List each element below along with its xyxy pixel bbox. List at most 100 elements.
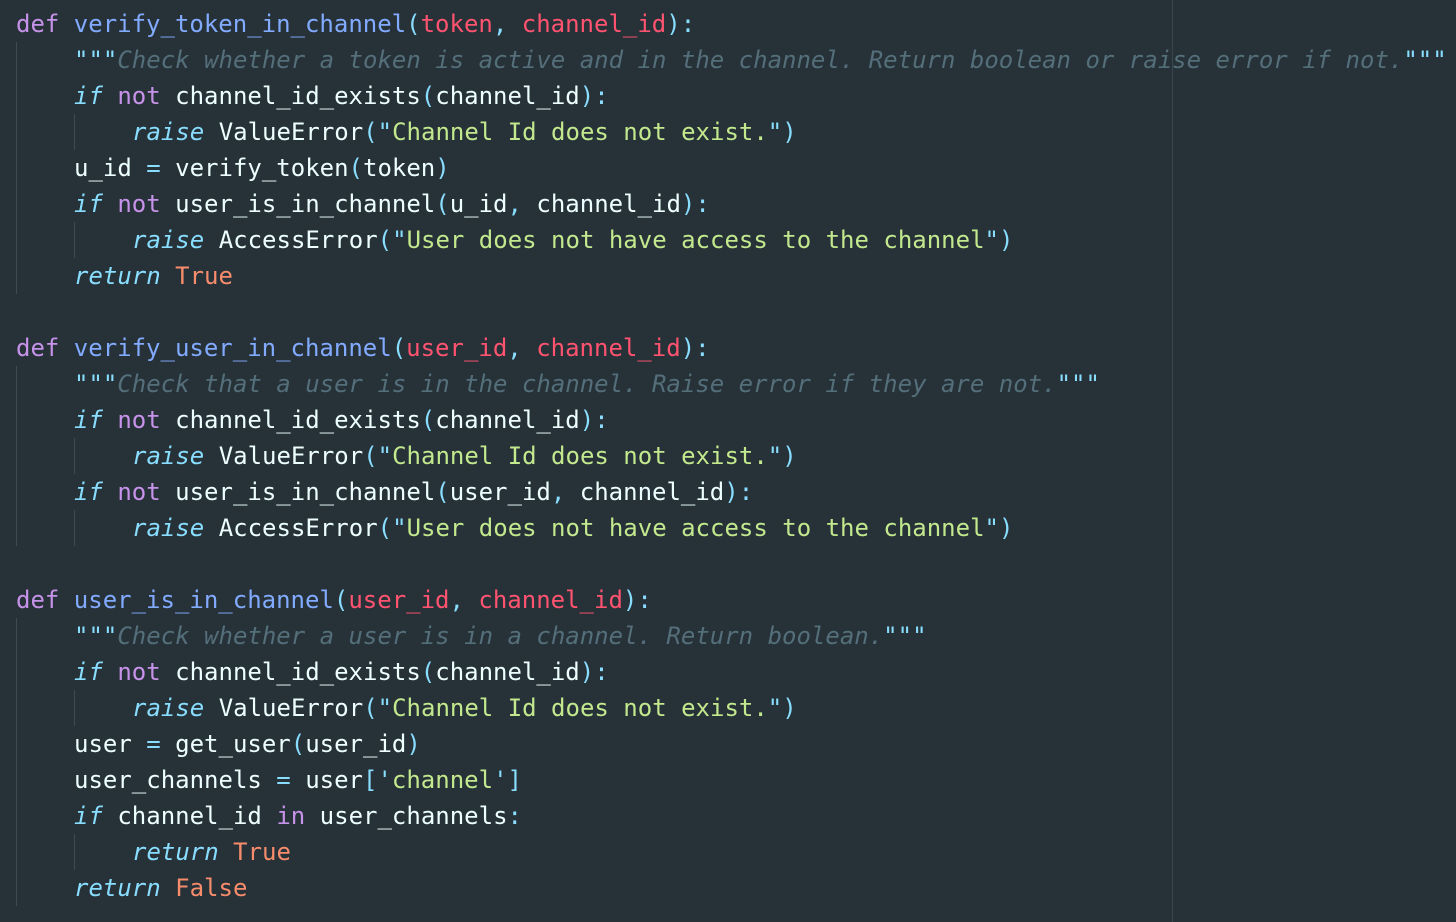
code-token-cmt: Check whether a token is active and in t… (117, 46, 1404, 74)
code-token-plain: user_id (305, 730, 407, 758)
code-token-lit: True (233, 838, 291, 866)
code-token-plain: u_id (449, 190, 508, 218)
code-token-ctl: return (74, 874, 176, 902)
code-token-kw: not (117, 478, 176, 506)
code-line[interactable]: user = get_user(user_id) (0, 726, 1456, 762)
indent-guide (16, 690, 17, 726)
code-token-plain: channel_id (435, 406, 580, 434)
code-token-ctl: if (74, 190, 118, 218)
code-line[interactable]: if not channel_id_exists(channel_id): (0, 402, 1456, 438)
code-token-param: token (420, 10, 493, 38)
code-token-plain: user_channels (319, 802, 508, 830)
code-token-fn: verify_user_in_channel (73, 334, 392, 362)
code-token-plain: user_is_in_channel (175, 190, 436, 218)
indent-guide (74, 834, 75, 870)
code-line[interactable]: return False (0, 870, 1456, 906)
code-token-lit: False (175, 874, 248, 902)
code-line[interactable]: raise AccessError("User does not have ac… (0, 222, 1456, 258)
code-token-pun: ( (391, 334, 407, 362)
indent-guide (16, 474, 17, 510)
code-line[interactable]: raise AccessError("User does not have ac… (0, 510, 1456, 546)
code-token-ctl: if (74, 478, 118, 506)
code-line[interactable]: return True (0, 834, 1456, 870)
code-token-ctl: return (74, 262, 176, 290)
code-line[interactable] (0, 546, 1456, 582)
code-token-pun: """ (1403, 46, 1447, 74)
code-line[interactable]: raise ValueError("Channel Id does not ex… (0, 114, 1456, 150)
code-token-pun: , (492, 10, 522, 38)
indent-guide (16, 186, 17, 222)
code-token-pun: ( (420, 82, 436, 110)
code-token-fn: user_is_in_channel (73, 586, 334, 614)
code-lines[interactable]: def verify_token_in_channel(token, chann… (0, 6, 1456, 906)
code-token-pun: ") (984, 226, 1014, 254)
code-token-pun: ): (579, 406, 609, 434)
code-token-param: channel_id (536, 334, 681, 362)
code-token-pun: ): (666, 10, 696, 38)
code-token-pun: = (146, 730, 176, 758)
code-line[interactable]: def verify_token_in_channel(token, chann… (0, 6, 1456, 42)
code-token-cmt: Check whether a user is in a channel. Re… (117, 622, 884, 650)
code-line[interactable]: """Check that a user is in the channel. … (0, 366, 1456, 402)
code-line[interactable] (0, 294, 1456, 330)
code-line[interactable]: if not user_is_in_channel(user_id, chann… (0, 474, 1456, 510)
indent-guide (16, 798, 17, 834)
code-token-pun: , (550, 478, 580, 506)
code-token-plain: get_user (175, 730, 291, 758)
code-token-str: User does not have access to the channel (406, 514, 985, 542)
code-line[interactable]: def user_is_in_channel(user_id, channel_… (0, 582, 1456, 618)
code-token-kw: not (117, 82, 176, 110)
code-token-pun: ( (348, 154, 363, 182)
indent-guide (16, 438, 17, 474)
code-line[interactable]: def verify_user_in_channel(user_id, chan… (0, 330, 1456, 366)
code-token-pun: (" (377, 226, 407, 254)
code-token-ctl: raise (132, 514, 219, 542)
code-token-param: user_id (348, 586, 450, 614)
code-token-plain: user (74, 730, 147, 758)
indent-guide (16, 78, 17, 114)
code-line[interactable]: if not channel_id_exists(channel_id): (0, 78, 1456, 114)
code-token-plain: user_id (449, 478, 551, 506)
code-token-plain: channel_id (117, 802, 277, 830)
code-token-pun: , (507, 334, 537, 362)
code-token-pun: (" (363, 694, 393, 722)
code-token-pun: (" (363, 118, 393, 146)
indent-guide (16, 870, 17, 906)
code-token-pun: ) (406, 730, 421, 758)
code-token-pun: (" (377, 514, 407, 542)
code-editor[interactable]: def verify_token_in_channel(token, chann… (0, 0, 1456, 922)
code-line[interactable]: raise ValueError("Channel Id does not ex… (0, 690, 1456, 726)
code-line[interactable]: if not channel_id_exists(channel_id): (0, 654, 1456, 690)
code-token-pun: ") (767, 442, 797, 470)
code-line[interactable]: if not user_is_in_channel(u_id, channel_… (0, 186, 1456, 222)
code-token-str: channel (391, 766, 494, 794)
code-line[interactable]: return True (0, 258, 1456, 294)
indent-guide (74, 690, 75, 726)
code-token-plain: channel_id (536, 190, 681, 218)
code-token-pun: ( (333, 586, 349, 614)
code-line[interactable]: if channel_id in user_channels: (0, 798, 1456, 834)
code-token-pun: ") (767, 118, 797, 146)
indent-guide (16, 42, 17, 78)
code-line[interactable]: """Check whether a token is active and i… (0, 42, 1456, 78)
indent-guide (16, 834, 17, 870)
code-token-pun: ): (680, 334, 710, 362)
code-line[interactable]: user_channels = user['channel'] (0, 762, 1456, 798)
code-token-plain: channel_id_exists (175, 82, 421, 110)
code-line[interactable]: """Check whether a user is in a channel.… (0, 618, 1456, 654)
indent-guide (16, 654, 17, 690)
code-token-param: user_id (406, 334, 508, 362)
code-token-pun: : (507, 802, 522, 830)
code-line[interactable]: raise ValueError("Channel Id does not ex… (0, 438, 1456, 474)
code-token-param: channel_id (521, 10, 667, 38)
code-token-lit: True (175, 262, 233, 290)
code-line[interactable]: u_id = verify_token(token) (0, 150, 1456, 186)
code-token-plain: channel_id (435, 658, 580, 686)
indent-guide (16, 618, 17, 654)
code-token-kw: def (16, 586, 74, 614)
code-token-pun: """ (883, 622, 927, 650)
code-token-kw: def (16, 334, 74, 362)
code-token-kw: def (16, 10, 74, 38)
code-token-pun: (" (363, 442, 393, 470)
code-token-pun: = (146, 154, 176, 182)
